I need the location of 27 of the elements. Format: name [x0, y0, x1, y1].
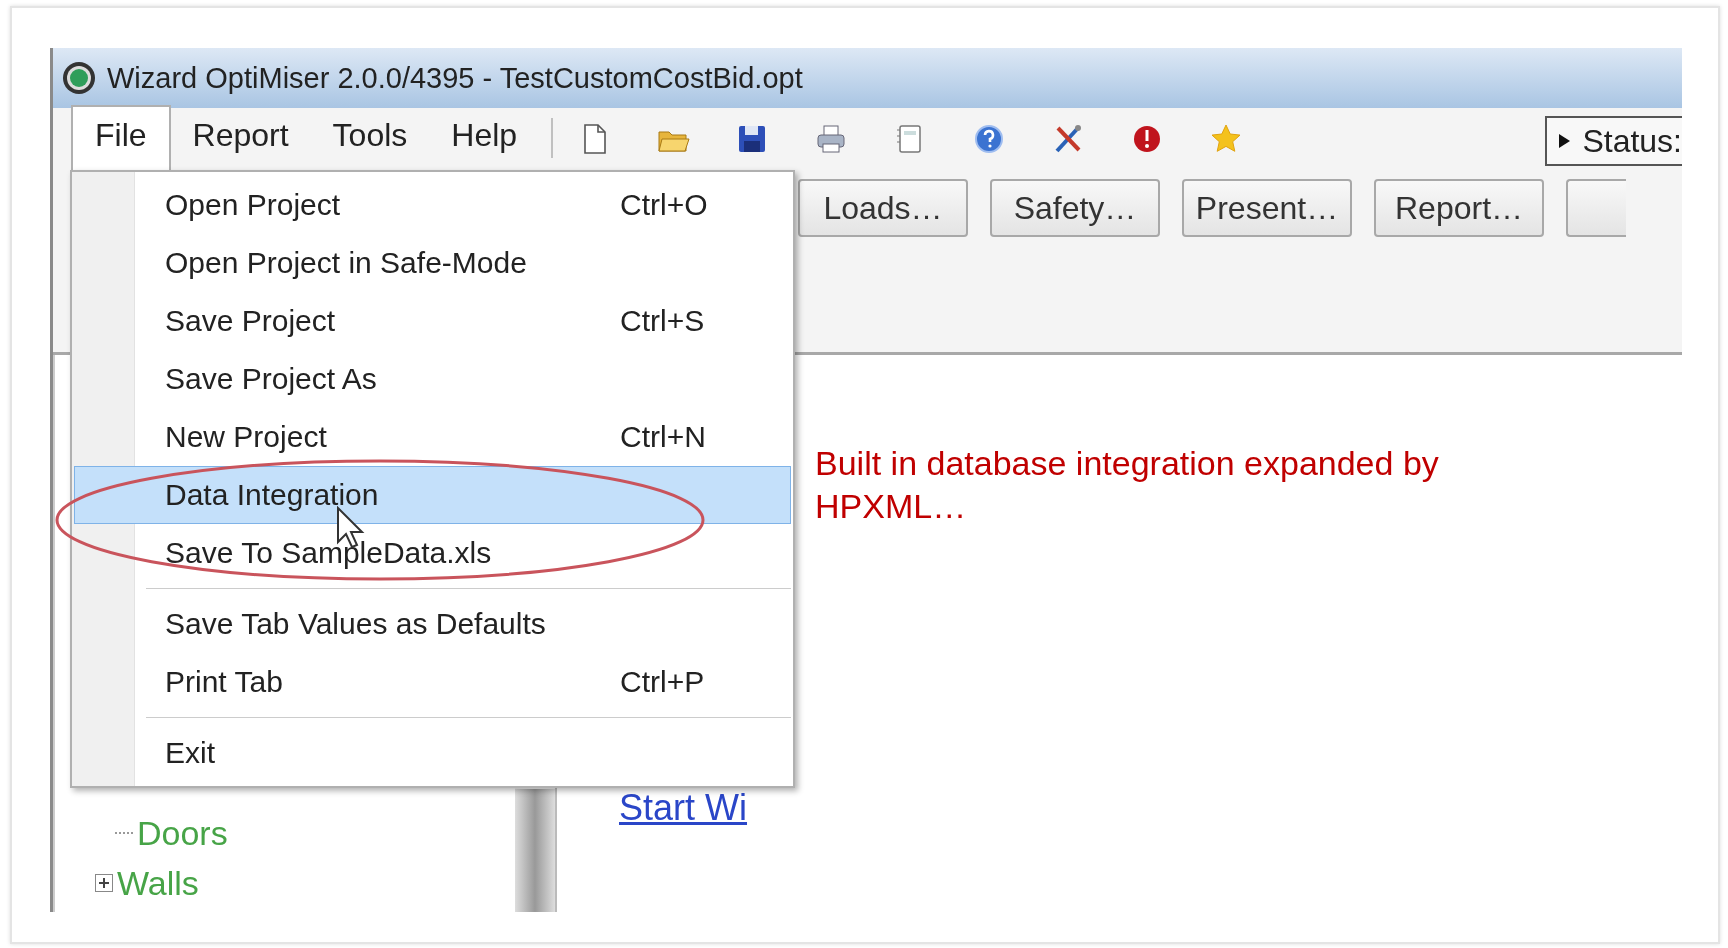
expand-icon[interactable]	[95, 874, 113, 892]
start-link[interactable]: Start Wi	[619, 787, 747, 828]
toolbar-button[interactable]: Report…	[1374, 179, 1544, 237]
toolbar-button[interactable]: Safety…	[990, 179, 1160, 237]
menu-item[interactable]: Help	[429, 107, 540, 170]
shortcut-text: Ctrl+P	[620, 665, 706, 699]
shortcut-text: Ctrl+S	[620, 304, 706, 338]
menu-item[interactable]: Print Tab Ctrl+P	[74, 653, 791, 711]
menu-item[interactable]: Open Project in Safe-Mode	[74, 234, 791, 292]
menu-item[interactable]: Save Project As	[74, 350, 791, 408]
menu-item[interactable]: Open Project Ctrl+O	[74, 176, 791, 234]
toolbar-button[interactable]: Present…	[1182, 179, 1352, 237]
menu-item[interactable]: Exit	[74, 724, 791, 782]
menu-item[interactable]: Save Project Ctrl+S	[74, 292, 791, 350]
menu-item[interactable]: Save Tab Values as Defaults	[74, 595, 791, 653]
status-button[interactable]: Status:	[1545, 116, 1682, 166]
shortcut-text: Ctrl+O	[620, 188, 709, 222]
menu-item[interactable]: File	[71, 105, 171, 170]
menu-item[interactable]: Data Integration	[74, 466, 791, 524]
menu-item[interactable]: New Project Ctrl+N	[74, 408, 791, 466]
menu-item[interactable]: Tools	[310, 107, 430, 170]
app-logo-icon	[61, 60, 97, 96]
window-title: Wizard OptiMiser 2.0.0/4395 - TestCustomCostBid.opt	[107, 61, 803, 95]
shortcut-text: Ctrl+N	[620, 420, 707, 454]
menu-item[interactable]: Report	[170, 107, 311, 170]
annotation-text: Built in database integration expanded by HPXML…	[815, 443, 1440, 527]
toolbar-button[interactable]: Loads…	[798, 179, 968, 237]
